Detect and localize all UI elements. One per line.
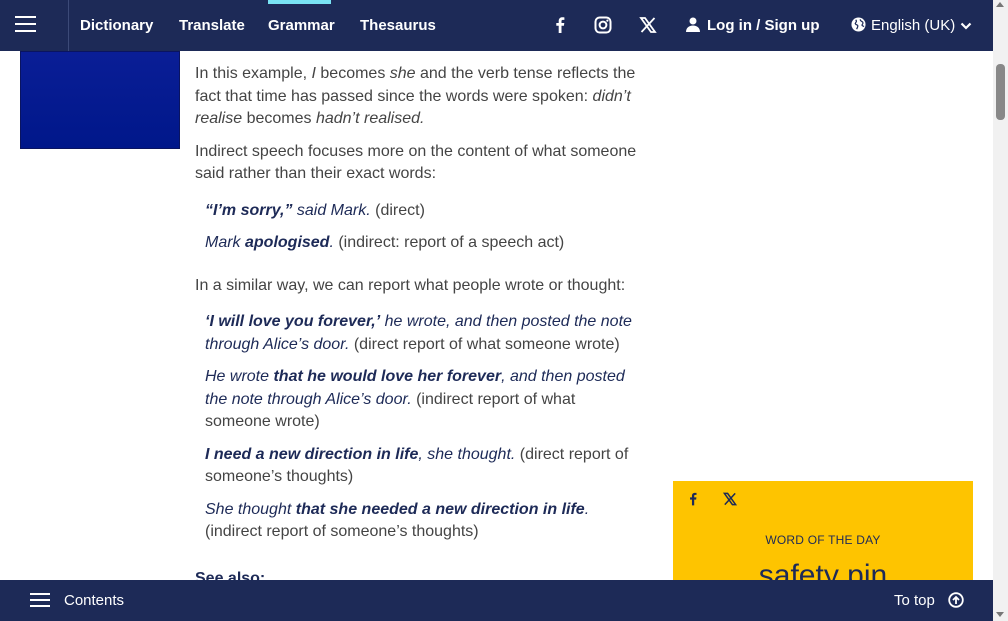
example-sentence: Mark apologised. (indirect: report of a … <box>205 234 565 251</box>
scroll-down-arrow[interactable] <box>996 612 1004 617</box>
scroll-up-arrow[interactable] <box>996 2 1004 7</box>
nav-link-thesaurus[interactable]: Thesaurus <box>360 17 436 34</box>
arrow-up-circle-icon[interactable] <box>948 592 964 608</box>
bottom-bar: Contents To top <box>0 580 993 621</box>
nav-link-translate[interactable]: Translate <box>179 17 245 34</box>
paragraph: In this example, I becomes she and the v… <box>195 65 636 127</box>
menu-icon[interactable] <box>15 16 36 32</box>
chevron-down-icon <box>960 22 972 30</box>
x-icon[interactable] <box>722 491 738 507</box>
to-top-button[interactable]: To top <box>894 592 935 609</box>
contents-button[interactable]: Contents <box>64 592 124 609</box>
x-icon[interactable] <box>638 15 658 35</box>
paragraph: Indirect speech focuses more on the cont… <box>195 142 637 183</box>
example-sentence: She thought that she needed a new direct… <box>205 500 590 541</box>
instagram-icon[interactable] <box>593 15 613 35</box>
example-sentence: I need a new direction in life, she thou… <box>205 445 629 486</box>
wotd-label: WORD OF THE DAY <box>765 533 881 547</box>
active-tab-indicator <box>268 0 331 4</box>
language-label: English (UK) <box>871 17 956 34</box>
article-body: In this example, I becomes she and the v… <box>195 63 640 554</box>
nav-link-grammar[interactable]: Grammar <box>268 17 335 34</box>
example-sentence: “I’m sorry,” said Mark. (direct) <box>205 201 425 219</box>
globe-icon <box>851 17 866 32</box>
contents-menu-icon[interactable] <box>30 593 50 607</box>
user-icon <box>686 17 700 32</box>
scroll-thumb[interactable] <box>996 64 1005 120</box>
login-label: Log in / Sign up <box>707 17 820 34</box>
nav-divider <box>68 0 69 51</box>
nav-link-dictionary[interactable]: Dictionary <box>80 17 153 34</box>
language-selector[interactable]: English (UK) <box>851 17 972 34</box>
example-sentence: ‘I will love you forever,’ he wrote, and… <box>205 313 632 353</box>
top-navbar: Dictionary Translate Grammar Thesaurus L… <box>0 0 993 51</box>
login-link[interactable]: Log in / Sign up <box>686 17 819 34</box>
paragraph: In a similar way, we can report what peo… <box>195 276 626 294</box>
facebook-icon[interactable] <box>550 15 570 35</box>
scrollbar[interactable] <box>993 0 1008 621</box>
left-banner <box>20 51 180 149</box>
facebook-icon[interactable] <box>685 491 701 507</box>
example-sentence: He wrote that he would love her forever,… <box>205 368 625 430</box>
